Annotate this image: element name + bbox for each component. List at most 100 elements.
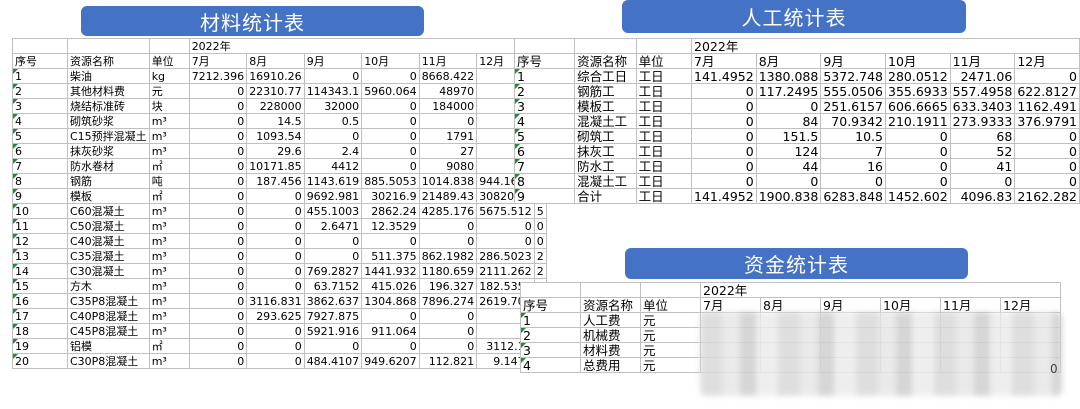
table-cell: 工日 [635,83,693,99]
empty-cell [513,38,576,54]
table-cell: 769.2827 [303,263,363,279]
table-cell: 7927.875 [303,308,363,324]
table-cell: 16 [820,158,886,174]
table-cell: 52 [949,143,1016,159]
table-cell: 砌筑砂浆 [67,113,150,129]
table-cell: 0 [691,98,757,114]
table-cell: 511.375 [361,248,420,264]
table-row: 11 C50混凝土 m³ 0 0 2.6471 12.3529 0 0 0 [12,218,547,234]
year-cell: 2022年 [188,38,535,54]
table-cell: 0 [188,353,248,369]
table-cell: 钢筋工 [574,83,637,99]
table-row: 20 C30P8混凝土 m³ 0 0 484.4107 949.6207 112.821 9.1… [12,353,547,369]
table-row: 2 钢筋工 工日 0 117.2495 555.0506 355.6933 557.4958 6… [513,83,1080,99]
table-cell: 其他材料费 [67,83,150,99]
table-cell: 元 [640,342,701,358]
table-cell: 4285.176 [418,203,478,219]
empty-cell [580,282,641,298]
table-cell: C40混凝土 [67,233,150,249]
column-header: 序号 [513,53,576,69]
header-row: 序号资源名称单位7月8月9月10月11月12月1 [12,53,547,69]
table-cell: 2162.282 [1014,188,1080,204]
year-row: 2022年 [513,38,1080,54]
table-cell: ㎡ [148,188,190,204]
table-cell: 0 [188,278,248,294]
table-cell: 280.0512 [885,68,951,84]
table-cell: 415.026 [361,278,420,294]
table-cell: 5921.916 [303,323,363,339]
table-cell: 8668.422 [418,68,478,84]
column-header: 12月 [1014,53,1080,69]
row-number: 9 [513,188,576,204]
table-cell: C45P8混凝土 [67,323,150,339]
material-title-banner: 材料统计表 [81,6,424,36]
table-row: 1 综合工日 工日 141.4952 1380.088 5372.748 280.0512 2… [513,68,1080,84]
table-cell: 1441.932 [361,263,420,279]
table-cell: 376.9791 [1014,113,1080,129]
table-cell: 0 [755,173,822,189]
table-cell: 0 [361,338,420,354]
table-cell: 防水卷材 [67,158,150,174]
table-cell: 总费用 [580,357,641,373]
column-header: 序号 [520,297,581,313]
table-cell: 0 [188,248,248,264]
column-header: 资源名称 [67,53,150,69]
table-cell: 0 [188,233,248,249]
row-number: 2 [520,327,581,343]
table-cell: 0 [188,203,248,219]
table-cell: 2 [533,263,547,279]
row-number: 15 [12,278,68,294]
fund-title-banner: 资金统计表 [625,248,968,279]
table-cell: 355.6933 [885,83,951,99]
table-cell: 0 [246,323,305,339]
table-cell: m³ [148,308,190,324]
empty-cell [640,282,701,298]
table-cell: 10171.85 [246,158,305,174]
table-cell: 41 [949,158,1016,174]
table-cell: 0 [418,308,478,324]
row-number: 7 [513,158,576,174]
table-cell: 16910.26 [246,68,305,84]
table-cell: 0 [188,113,248,129]
material-table: 2022年2序号资源名称单位7月8月9月10月11月12月11柴油kg7212.… [12,38,547,369]
table-cell: 0 [188,263,248,279]
table-cell: 3862.637 [303,293,363,309]
table-cell: 工日 [635,173,693,189]
table-cell: 0 [361,113,420,129]
table-cell: 1143.619 [303,173,363,189]
row-number: 14 [12,263,68,279]
table-cell: 0 [246,188,305,204]
table-cell: 0 [361,68,420,84]
table-cell: 0 [188,128,248,144]
table-cell: 钢筋 [67,173,150,189]
table-cell: 合计 [574,188,637,204]
table-cell: 0 [820,173,886,189]
fund-title: 资金统计表 [744,253,849,277]
table-cell: 117.2495 [755,83,822,99]
table-cell: 0 [533,233,547,249]
table-cell: 5960.064 [361,83,420,99]
table-cell: 0 [188,338,248,354]
table-cell: 1162.491 [1014,98,1080,114]
table-cell: 196.327 [418,278,478,294]
material-sheet: 2022年2序号资源名称单位7月8月9月10月11月12月11柴油kg7212.… [12,38,547,369]
table-cell: 0 [246,233,305,249]
table-cell: 0 [755,98,822,114]
year-cell: 2022年 [700,282,1061,298]
column-header: 7月 [700,297,761,313]
table-cell: 烧结标准砖 [67,98,150,114]
column-header: 序号 [12,53,68,69]
row-number: 3 [520,342,581,358]
table-cell: 2862.24 [361,203,420,219]
table-cell: 抹灰砂浆 [67,143,150,159]
table-cell: 0 [303,68,363,84]
column-header: 资源名称 [574,53,637,69]
year-cell: 2022年 [691,38,1080,54]
table-cell: 30216.9 [361,188,420,204]
table-cell: 0 [246,263,305,279]
table-cell: 21489.43 [418,188,478,204]
table-cell: 862.1982 [418,248,478,264]
table-row: 16 C35P8混凝土 m³ 0 3116.831 3862.637 1304.868 789… [12,293,547,309]
table-cell: 0 [691,143,757,159]
table-row: 13 C35混凝土 m³ 0 0 0 511.375 862.1982 286.5023 2 [12,248,547,264]
